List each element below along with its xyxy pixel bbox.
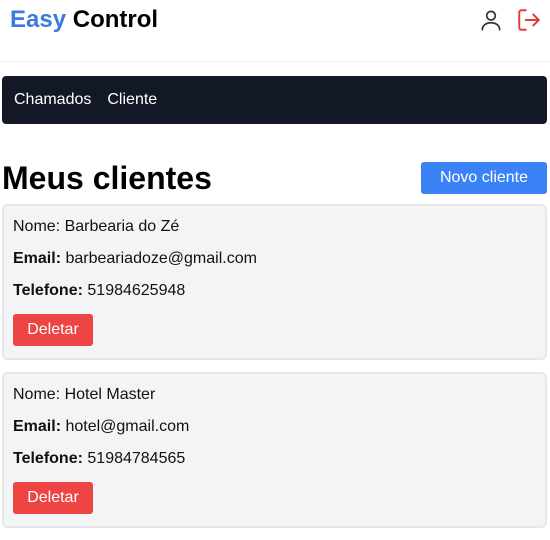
email-label: Email: — [13, 418, 62, 435]
client-name: Barbearia do Zé — [64, 218, 180, 235]
delete-client-button[interactable]: Deletar — [13, 482, 93, 514]
nav-item-chamados[interactable]: Chamados — [14, 91, 91, 109]
client-phone: 51984784565 — [87, 450, 186, 467]
client-card: Nome: Barbearia do Zé Email: barbeariado… — [2, 204, 547, 360]
delete-client-button[interactable]: Deletar — [13, 314, 93, 346]
user-icon[interactable] — [478, 7, 504, 33]
phone-label: Telefone: — [13, 282, 83, 299]
phone-label: Telefone: — [13, 450, 83, 467]
new-client-button[interactable]: Novo cliente — [421, 162, 547, 194]
client-name: Hotel Master — [64, 386, 156, 403]
brand-logo[interactable]: Easy Control — [10, 5, 158, 35]
app-header: Easy Control — [0, 0, 550, 62]
client-phone-row: Telefone: 51984625948 — [13, 280, 545, 312]
client-name-row: Nome: Barbearia do Zé — [13, 216, 545, 248]
logout-icon[interactable] — [516, 7, 542, 33]
brand-part-control: Control — [72, 6, 159, 33]
client-card: Nome: Hotel Master Email: hotel@gmail.co… — [2, 372, 547, 528]
client-email: hotel@gmail.com — [65, 418, 190, 435]
email-label: Email: — [13, 250, 62, 267]
client-phone-row: Telefone: 51984784565 — [13, 448, 545, 480]
header-actions — [478, 7, 542, 33]
page-title: Meus clientes — [2, 160, 212, 196]
client-email-row: Email: hotel@gmail.com — [13, 416, 545, 448]
name-label: Nome: — [13, 218, 61, 235]
nav-item-cliente[interactable]: Cliente — [107, 91, 157, 109]
client-name-row: Nome: Hotel Master — [13, 384, 545, 416]
client-email-row: Email: barbeariadoze@gmail.com — [13, 248, 545, 280]
main-navbar: Chamados Cliente — [2, 76, 547, 124]
page-heading-bar: Meus clientes Novo cliente — [2, 156, 547, 200]
client-list: Nome: Barbearia do Zé Email: barbeariado… — [2, 204, 547, 540]
client-email: barbeariadoze@gmail.com — [65, 250, 257, 267]
name-label: Nome: — [13, 386, 61, 403]
brand-part-easy: Easy — [10, 6, 67, 33]
client-phone: 51984625948 — [87, 282, 186, 299]
